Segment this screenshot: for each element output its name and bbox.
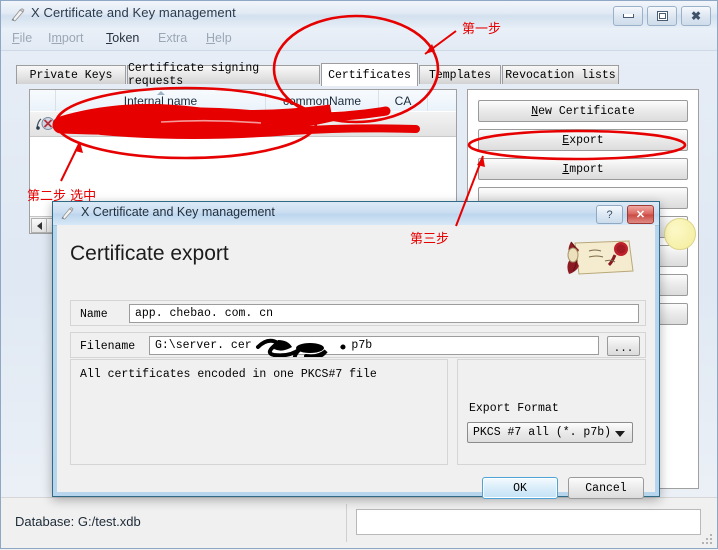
menu-bar: File Import Token Extra Help <box>1 28 717 51</box>
certificate-export-dialog: X Certificate and Key management ? ✕ Cer… <box>52 201 660 499</box>
database-path-label: Database: G:/test.xdb <box>15 514 141 529</box>
dialog-help-button[interactable]: ? <box>596 205 623 224</box>
ok-button[interactable]: OK <box>482 477 558 499</box>
filename-input[interactable]: G:\server. cer . p7b <box>149 336 599 357</box>
menu-file[interactable]: File <box>12 31 32 45</box>
column-label: CA <box>394 93 412 108</box>
import-button[interactable]: Import <box>478 158 688 180</box>
diploma-seal-icon <box>567 240 634 275</box>
filename-value: G:\server. cer <box>155 339 252 352</box>
export-format-group: Export Format PKCS #7 all (*. p7b) <box>457 359 646 465</box>
export-format-select[interactable]: PKCS #7 all (*. p7b) <box>467 422 633 443</box>
format-description-box: All certificates encoded in one PKCS#7 f… <box>70 359 448 465</box>
dialog-close-button[interactable]: ✕ <box>627 205 654 224</box>
status-indicator-dot <box>664 218 696 250</box>
minimize-icon <box>622 14 634 18</box>
menu-extra[interactable]: Extra <box>158 31 187 45</box>
maximize-icon <box>656 11 668 21</box>
name-label: Name <box>80 308 108 321</box>
pen-icon <box>11 8 25 22</box>
tab-templates[interactable]: Templates <box>419 65 501 84</box>
column-label: Internal name <box>123 93 198 108</box>
scroll-left-button[interactable] <box>31 218 47 233</box>
close-button[interactable]: ✖ <box>681 6 711 26</box>
menu-import[interactable]: Import <box>48 31 83 45</box>
new-certificate-button[interactable]: New Certificate <box>478 100 688 122</box>
status-bar: Database: G:/test.xdb <box>1 497 717 548</box>
browse-button[interactable]: ... <box>607 336 640 356</box>
chevron-left-icon <box>36 221 42 230</box>
tab-revocation-lists[interactable]: Revocation lists <box>502 65 619 84</box>
export-format-value: PKCS #7 all (*. p7b) <box>473 426 612 439</box>
main-window: X Certificate and Key management ✖ File … <box>0 0 718 549</box>
dialog-title-bar: X Certificate and Key management ? ✕ <box>53 202 659 226</box>
table-row[interactable] <box>30 111 456 137</box>
close-icon: ✖ <box>690 9 702 23</box>
name-field-group: Name app. chebao. com. cn <box>70 300 646 326</box>
close-icon: ✕ <box>635 209 646 221</box>
export-format-label: Export Format <box>469 402 559 415</box>
tab-certificate-signing-requests[interactable]: Certificate signing requests <box>127 62 320 88</box>
export-button[interactable]: Export <box>478 129 688 151</box>
help-icon: ? <box>606 208 613 221</box>
tab-label: Certificate signing requests <box>128 62 260 88</box>
filename-label: Filename <box>80 340 136 353</box>
column-label: commonName <box>282 93 362 108</box>
filename-field-group: Filename G:\server. cer . p7b ... <box>70 332 646 358</box>
status-input-field[interactable] <box>356 509 701 535</box>
resize-grip-icon[interactable] <box>702 534 712 544</box>
redaction-scribble-filename <box>256 338 346 357</box>
sort-ascending-icon <box>156 91 165 95</box>
tab-label: Certificates <box>328 68 411 82</box>
certificate-icon <box>36 117 63 130</box>
list-header-spacer <box>30 90 56 111</box>
window-controls: ✖ <box>613 6 711 26</box>
tab-certificates[interactable]: Certificates <box>321 63 418 86</box>
list-header-internal-name[interactable]: Internal name <box>56 90 266 111</box>
list-header-ca[interactable]: CA <box>379 90 428 111</box>
chevron-down-icon <box>615 431 625 437</box>
status-divider <box>346 504 347 542</box>
tab-private-keys[interactable]: Private Keys <box>16 65 126 84</box>
name-input[interactable]: app. chebao. com. cn <box>129 304 639 323</box>
minimize-button[interactable] <box>613 6 643 26</box>
tab-label: Templates <box>428 68 492 82</box>
maximize-button[interactable] <box>647 6 677 26</box>
browse-label: ... <box>613 343 634 355</box>
menu-token[interactable]: Token <box>106 31 139 45</box>
dialog-window-controls: ? ✕ <box>596 205 654 224</box>
format-description-text: All certificates encoded in one PKCS#7 f… <box>80 368 377 381</box>
cancel-button[interactable]: Cancel <box>568 477 644 499</box>
dialog-body: Certificate export Name app. chebao. com… <box>57 225 655 499</box>
list-header: Internal name commonName CA <box>30 90 456 112</box>
menu-help[interactable]: Help <box>206 31 232 45</box>
window-title: X Certificate and Key management <box>31 5 236 20</box>
dialog-heading: Certificate export <box>70 242 229 265</box>
tab-label: Private Keys <box>29 68 113 82</box>
tab-label: Revocation lists <box>505 68 616 82</box>
list-header-common-name[interactable]: commonName <box>266 90 379 111</box>
title-bar: X Certificate and Key management ✖ <box>1 1 717 28</box>
dialog-title: X Certificate and Key management <box>81 205 275 219</box>
pen-icon <box>61 207 74 220</box>
